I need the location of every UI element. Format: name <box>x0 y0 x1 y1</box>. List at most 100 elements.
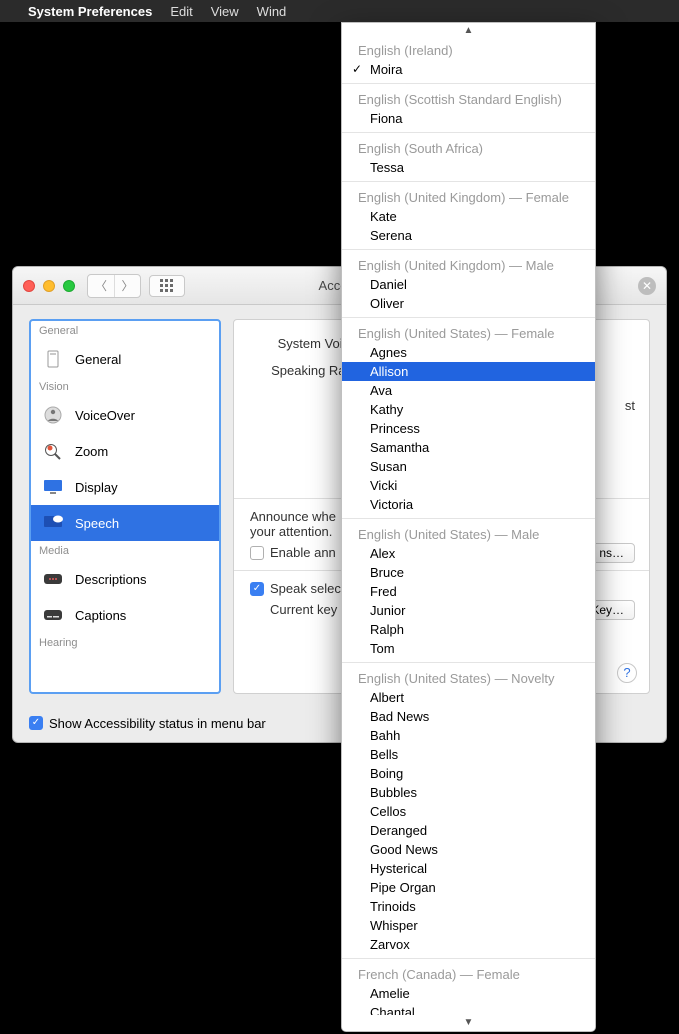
voice-option[interactable]: Allison <box>342 362 595 381</box>
voice-option[interactable]: Bells <box>342 745 595 764</box>
voice-option[interactable]: Oliver <box>342 294 595 313</box>
help-button[interactable]: ? <box>617 663 637 683</box>
sidebar-item-general[interactable]: General <box>31 341 219 377</box>
nav-buttons: 〈 〉 <box>87 274 141 298</box>
voice-option[interactable]: Cellos <box>342 802 595 821</box>
sidebar-item-descriptions[interactable]: Descriptions <box>31 561 219 597</box>
voice-option[interactable]: Bad News <box>342 707 595 726</box>
enable-announcements-label: Enable ann <box>270 545 336 560</box>
voice-option[interactable]: Vicki <box>342 476 595 495</box>
voice-name: Bells <box>370 747 398 762</box>
sidebar-item-display[interactable]: Display <box>31 469 219 505</box>
voice-name: Amelie <box>370 986 410 1001</box>
voice-option[interactable]: Fred <box>342 582 595 601</box>
voice-group-title: English (United States) — Novelty <box>342 667 595 688</box>
show-all-button[interactable] <box>149 275 185 297</box>
menubar-item-window[interactable]: Wind <box>257 4 287 19</box>
voice-option[interactable]: Kathy <box>342 400 595 419</box>
sidebar-item-label: VoiceOver <box>75 408 135 423</box>
speaking-rate-suffix: st <box>625 398 635 413</box>
sidebar-section-media: Media <box>31 541 219 561</box>
voice-name: Pipe Organ <box>370 880 436 895</box>
voice-option[interactable]: Good News <box>342 840 595 859</box>
voice-option[interactable]: Daniel <box>342 275 595 294</box>
checkmark-icon: ✓ <box>352 62 362 76</box>
voice-option[interactable]: Princess <box>342 419 595 438</box>
voice-option[interactable]: Samantha <box>342 438 595 457</box>
speak-selected-text-label: Speak selec <box>270 581 341 596</box>
show-status-checkbox[interactable] <box>29 716 43 730</box>
voice-option[interactable]: Boing <box>342 764 595 783</box>
scroll-up-arrow-icon[interactable]: ▲ <box>342 23 595 39</box>
voice-name: Princess <box>370 421 420 436</box>
voice-option[interactable]: Alex <box>342 544 595 563</box>
voice-option[interactable]: Zarvox <box>342 935 595 954</box>
voice-group-title: English (United Kingdom) — Male <box>342 254 595 275</box>
voice-group-title: English (United Kingdom) — Female <box>342 186 595 207</box>
voice-option[interactable]: Serena <box>342 226 595 245</box>
sidebar-item-speech[interactable]: Speech <box>31 505 219 541</box>
voice-option[interactable]: Fiona <box>342 109 595 128</box>
voice-option[interactable]: ✓ Moira <box>342 60 595 79</box>
voice-option[interactable]: Pipe Organ <box>342 878 595 897</box>
voice-option[interactable]: Bahh <box>342 726 595 745</box>
voice-option[interactable]: Kate <box>342 207 595 226</box>
scroll-down-arrow-icon[interactable]: ▼ <box>342 1015 595 1031</box>
enable-announcements-checkbox[interactable] <box>250 546 264 560</box>
menubar-app-name[interactable]: System Preferences <box>28 4 152 19</box>
popup-separator <box>342 662 595 663</box>
voice-group-title: English (United States) — Female <box>342 322 595 343</box>
sidebar-item-voiceover[interactable]: VoiceOver <box>31 397 219 433</box>
voice-name: Allison <box>370 364 408 379</box>
voice-option[interactable]: Ava <box>342 381 595 400</box>
voice-option[interactable]: Amelie <box>342 984 595 1003</box>
voice-name: Moira <box>370 62 403 77</box>
close-window-button[interactable] <box>23 280 35 292</box>
sidebar-section-vision: Vision <box>31 377 219 397</box>
speak-selected-text-checkbox[interactable] <box>250 582 264 596</box>
zoom-window-button[interactable] <box>63 280 75 292</box>
voice-name: Bubbles <box>370 785 417 800</box>
voice-option[interactable]: Agnes <box>342 343 595 362</box>
voice-group-title: French (Canada) — Female <box>342 963 595 984</box>
minimize-window-button[interactable] <box>43 280 55 292</box>
voice-option[interactable]: Trinoids <box>342 897 595 916</box>
voice-group-title: English (Scottish Standard English) <box>342 88 595 109</box>
voice-name: Susan <box>370 459 407 474</box>
voice-option[interactable]: Tom <box>342 639 595 658</box>
voice-option[interactable]: Junior <box>342 601 595 620</box>
popup-separator <box>342 181 595 182</box>
voice-name: Trinoids <box>370 899 416 914</box>
clear-search-button[interactable]: ✕ <box>638 277 656 295</box>
sidebar-item-zoom[interactable]: Zoom <box>31 433 219 469</box>
voice-option[interactable]: Hysterical <box>342 859 595 878</box>
voice-option[interactable]: Victoria <box>342 495 595 514</box>
voice-option[interactable]: Susan <box>342 457 595 476</box>
voice-option[interactable]: Deranged <box>342 821 595 840</box>
voice-option[interactable]: Tessa <box>342 158 595 177</box>
sidebar-section-general: General <box>31 321 219 341</box>
popup-separator <box>342 518 595 519</box>
voice-name: Kathy <box>370 402 403 417</box>
general-icon <box>41 349 65 369</box>
accessibility-sidebar[interactable]: General General Vision VoiceOver Zoom Di… <box>29 319 221 694</box>
voice-option[interactable]: Ralph <box>342 620 595 639</box>
voice-name: Fiona <box>370 111 403 126</box>
voice-option[interactable]: Albert <box>342 688 595 707</box>
grid-icon <box>160 279 174 293</box>
sidebar-item-captions[interactable]: Captions <box>31 597 219 633</box>
voice-option[interactable]: Bubbles <box>342 783 595 802</box>
speech-icon <box>41 513 65 533</box>
voice-name: Tessa <box>370 160 404 175</box>
menubar-item-view[interactable]: View <box>211 4 239 19</box>
forward-button[interactable]: 〉 <box>114 275 140 297</box>
voice-name: Deranged <box>370 823 427 838</box>
back-button[interactable]: 〈 <box>88 275 114 297</box>
popup-separator <box>342 317 595 318</box>
announce-text-line1: Announce whe <box>250 509 336 524</box>
voice-option[interactable]: Bruce <box>342 563 595 582</box>
voice-name: Kate <box>370 209 397 224</box>
menubar-item-edit[interactable]: Edit <box>170 4 192 19</box>
system-voice-dropdown[interactable]: ▲ English (Ireland)✓MoiraEnglish (Scotti… <box>341 22 596 1032</box>
voice-option[interactable]: Whisper <box>342 916 595 935</box>
